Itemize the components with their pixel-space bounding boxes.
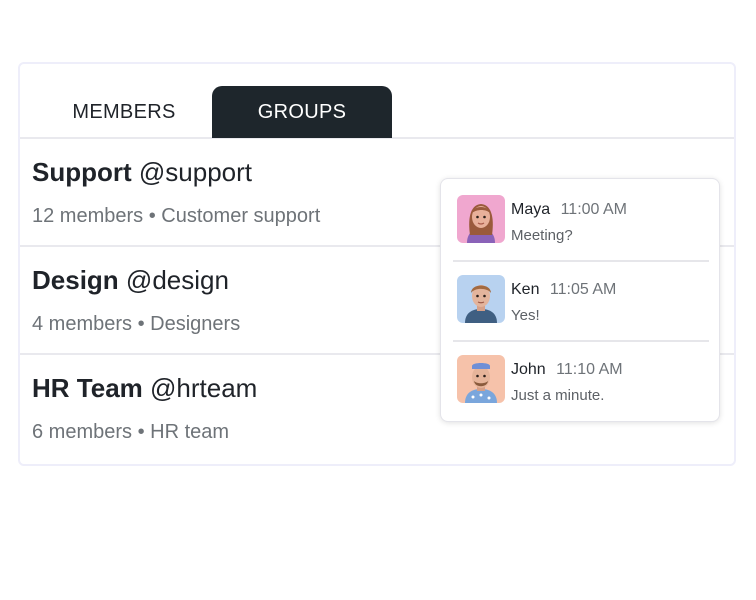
group-handle: @support	[138, 157, 253, 187]
group-description: HR team	[150, 421, 230, 443]
message-header: Ken 11:05 AM	[511, 281, 616, 299]
group-subtitle: 6 members • HR team	[32, 421, 229, 444]
tab-members[interactable]: MEMBERS	[34, 86, 214, 138]
message-sender: Ken	[511, 281, 540, 298]
group-member-count: 12 members	[32, 205, 144, 227]
group-subtitle: 12 members • Customer support	[32, 205, 320, 228]
group-handle: @hrteam	[150, 373, 258, 403]
message-time: 11:10 AM	[556, 361, 623, 378]
message-sender: Maya	[511, 201, 551, 218]
group-name: Support	[32, 157, 132, 187]
avatar-maya-icon	[457, 195, 505, 243]
group-name: HR Team	[32, 373, 143, 403]
group-title: HR Team @hrteam	[32, 373, 257, 404]
group-title: Support @support	[32, 157, 252, 188]
message-item[interactable]: John 11:10 AM Just a minute.	[441, 341, 719, 421]
recent-messages-popup: Maya 11:00 AM Meeting? Ken 11:05 AM Yes!	[440, 178, 720, 422]
message-text: Yes!	[511, 307, 540, 324]
group-handle: @design	[125, 265, 229, 295]
separator-dot: •	[137, 313, 145, 335]
avatar-john-icon	[457, 355, 505, 403]
group-member-count: 4 members	[32, 313, 133, 335]
tab-groups[interactable]: GROUPS	[212, 86, 392, 138]
separator-dot: •	[137, 421, 145, 443]
message-sender: John	[511, 361, 546, 378]
message-header: Maya 11:00 AM	[511, 201, 627, 219]
separator-dot: •	[148, 205, 156, 227]
group-member-count: 6 members	[32, 421, 133, 443]
message-text: Just a minute.	[511, 387, 605, 404]
message-item[interactable]: Ken 11:05 AM Yes!	[441, 261, 719, 341]
group-title: Design @design	[32, 265, 229, 296]
message-item[interactable]: Maya 11:00 AM Meeting?	[441, 179, 719, 259]
message-header: John 11:10 AM	[511, 361, 623, 379]
group-name: Design	[32, 265, 119, 295]
group-description: Designers	[150, 313, 241, 335]
message-time: 11:05 AM	[549, 281, 617, 298]
group-description: Customer support	[161, 205, 321, 227]
avatar-ken-icon	[457, 275, 505, 323]
message-time: 11:00 AM	[560, 201, 627, 218]
message-text: Meeting?	[511, 227, 573, 244]
group-subtitle: 4 members • Designers	[32, 313, 240, 336]
tab-bar: MEMBERS GROUPS	[20, 64, 734, 139]
